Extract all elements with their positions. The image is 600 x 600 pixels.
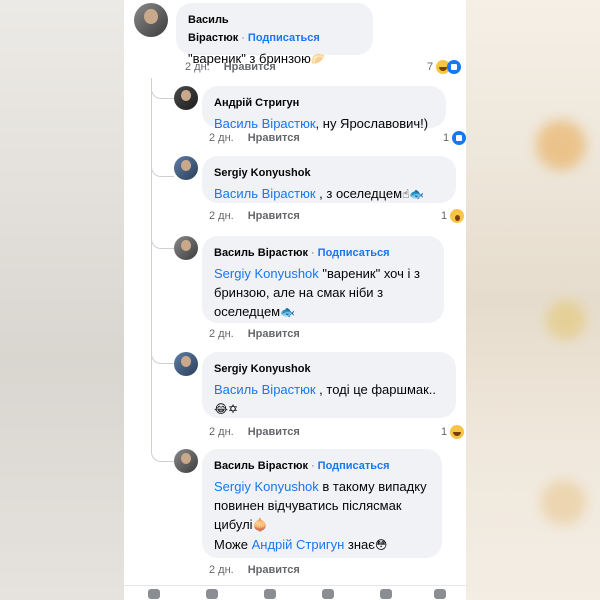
avatar[interactable]	[134, 3, 168, 37]
separator-dot: ·	[311, 247, 315, 259]
comment-meta: 2 дн. Нравится	[209, 132, 300, 144]
comment-author[interactable]: Андрій Стригун	[214, 97, 299, 109]
comment-meta: 2 дн. Нравится	[209, 426, 300, 438]
comment-text: Василь Вірастюк , з оселедцем☝🐟	[214, 186, 425, 201]
like-button[interactable]: Нравится	[248, 564, 300, 576]
bottom-nav-bar	[124, 585, 466, 600]
comment-bubble: Sergiy Konyushok Василь Вірастюк , з осе…	[202, 156, 456, 203]
home-icon[interactable]	[148, 589, 160, 599]
comment-time[interactable]: 2 дн.	[185, 61, 210, 73]
comment-text: Василь Вірастюк , тоді це фаршмак.. 😂✡	[214, 382, 437, 416]
reaction-count: 7	[427, 61, 434, 73]
avatar[interactable]	[174, 86, 198, 110]
comment-time[interactable]: 2 дн.	[209, 328, 234, 340]
comment-bubble: Андрій Стригун Василь Вірастюк, ну Яросл…	[202, 86, 446, 131]
onion-emoji-icon: 🧅	[252, 518, 268, 532]
comment-bubble: Василь Вірастюк · Подписаться Sergiy Konyu…	[202, 449, 442, 558]
follow-link[interactable]: Подписаться	[318, 460, 390, 472]
reaction-summary[interactable]: 1	[441, 209, 465, 223]
reaction-summary[interactable]: 1	[441, 425, 465, 439]
wow-reaction-icon	[450, 209, 465, 223]
friends-icon[interactable]	[206, 589, 218, 599]
comment-text: Василь Вірастюк, ну Ярославович!)	[214, 116, 429, 131]
comment-meta: 2 дн. Нравится	[209, 328, 300, 340]
comment-author[interactable]: Василь Вірастюк	[188, 14, 238, 44]
comment-time[interactable]: 2 дн.	[209, 210, 234, 222]
like-button[interactable]: Нравится	[224, 61, 276, 73]
comment-text: Sergiy Konyushok в такому випадку повинен…	[214, 479, 427, 552]
comment-meta: 2 дн. Нравится	[209, 210, 300, 222]
comment-text: Sergiy Konyushok "вареник" хоч і з бринзо…	[214, 266, 420, 319]
thread-line	[151, 78, 174, 462]
laugh-star-emoji-icon: 😂✡	[214, 402, 239, 416]
comment-bubble: Sergiy Konyushok Василь Вірастюк , тоді …	[202, 352, 456, 418]
comment-bubble: Василь Вірастюк · Подписаться "вареник" з …	[176, 3, 373, 66]
groups-icon[interactable]	[264, 589, 276, 599]
blur-emoji-bottom	[541, 480, 586, 525]
like-button[interactable]: Нравится	[248, 210, 300, 222]
like-reaction-icon	[452, 131, 466, 145]
avatar[interactable]	[174, 352, 198, 376]
reaction-count: 1	[441, 210, 448, 222]
follow-link[interactable]: Подписаться	[318, 247, 390, 259]
mention-link[interactable]: Sergiy Konyushok	[214, 479, 319, 494]
reaction-summary[interactable]: 1	[443, 131, 466, 145]
blur-emoji-right	[546, 300, 586, 340]
comment-time[interactable]: 2 дн.	[209, 426, 234, 438]
like-button[interactable]: Нравится	[248, 132, 300, 144]
blur-emoji-left	[536, 120, 586, 170]
notifications-icon[interactable]	[380, 589, 392, 599]
avatar[interactable]	[174, 156, 198, 180]
reaction-count: 1	[441, 426, 448, 438]
mention-link[interactable]: Sergiy Konyushok	[214, 266, 319, 281]
mention-link[interactable]: Василь Вірастюк	[214, 186, 316, 201]
comment-meta: 2 дн. Нравится	[185, 61, 276, 73]
video-icon[interactable]	[322, 589, 334, 599]
mention-link[interactable]: Андрій Стригун	[252, 537, 345, 552]
like-button[interactable]: Нравится	[248, 328, 300, 340]
comment-author[interactable]: Василь Вірастюк	[214, 247, 308, 259]
mention-link[interactable]: Василь Вірастюк	[214, 116, 316, 131]
reaction-summary[interactable]: 7	[427, 60, 462, 74]
dumpling-emoji-icon: 🥟	[310, 52, 326, 66]
mention-link[interactable]: Василь Вірастюк	[214, 382, 316, 397]
background-blur-right	[466, 0, 600, 600]
separator-dot: ·	[311, 460, 315, 472]
comment-time[interactable]: 2 дн.	[209, 564, 234, 576]
like-reaction-icon	[447, 60, 462, 74]
comment-author[interactable]: Василь Вірастюк	[214, 460, 308, 472]
comment-bubble: Василь Вірастюк · Подписаться Sergiy Konyu…	[202, 236, 444, 323]
comment-time[interactable]: 2 дн.	[209, 132, 234, 144]
comment-author[interactable]: Sergiy Konyushok	[214, 167, 311, 179]
follow-link[interactable]: Подписаться	[248, 32, 320, 44]
flushed-emoji-icon: 😳	[374, 538, 388, 552]
fish-emoji-icon: 🐟	[280, 305, 296, 319]
reaction-count: 1	[443, 132, 450, 144]
comments-panel: Василь Вірастюк · Подписаться "вареник" з …	[124, 0, 466, 600]
separator-dot: ·	[241, 32, 245, 44]
finger-fish-emoji-icon: ☝🐟	[402, 187, 425, 201]
menu-icon[interactable]	[434, 589, 446, 599]
avatar[interactable]	[174, 449, 198, 473]
avatar[interactable]	[174, 236, 198, 260]
haha-reaction-icon	[450, 425, 465, 439]
comment-meta: 2 дн. Нравится	[209, 564, 300, 576]
background-blur-left	[0, 0, 124, 600]
comment-author[interactable]: Sergiy Konyushok	[214, 363, 311, 375]
like-button[interactable]: Нравится	[248, 426, 300, 438]
